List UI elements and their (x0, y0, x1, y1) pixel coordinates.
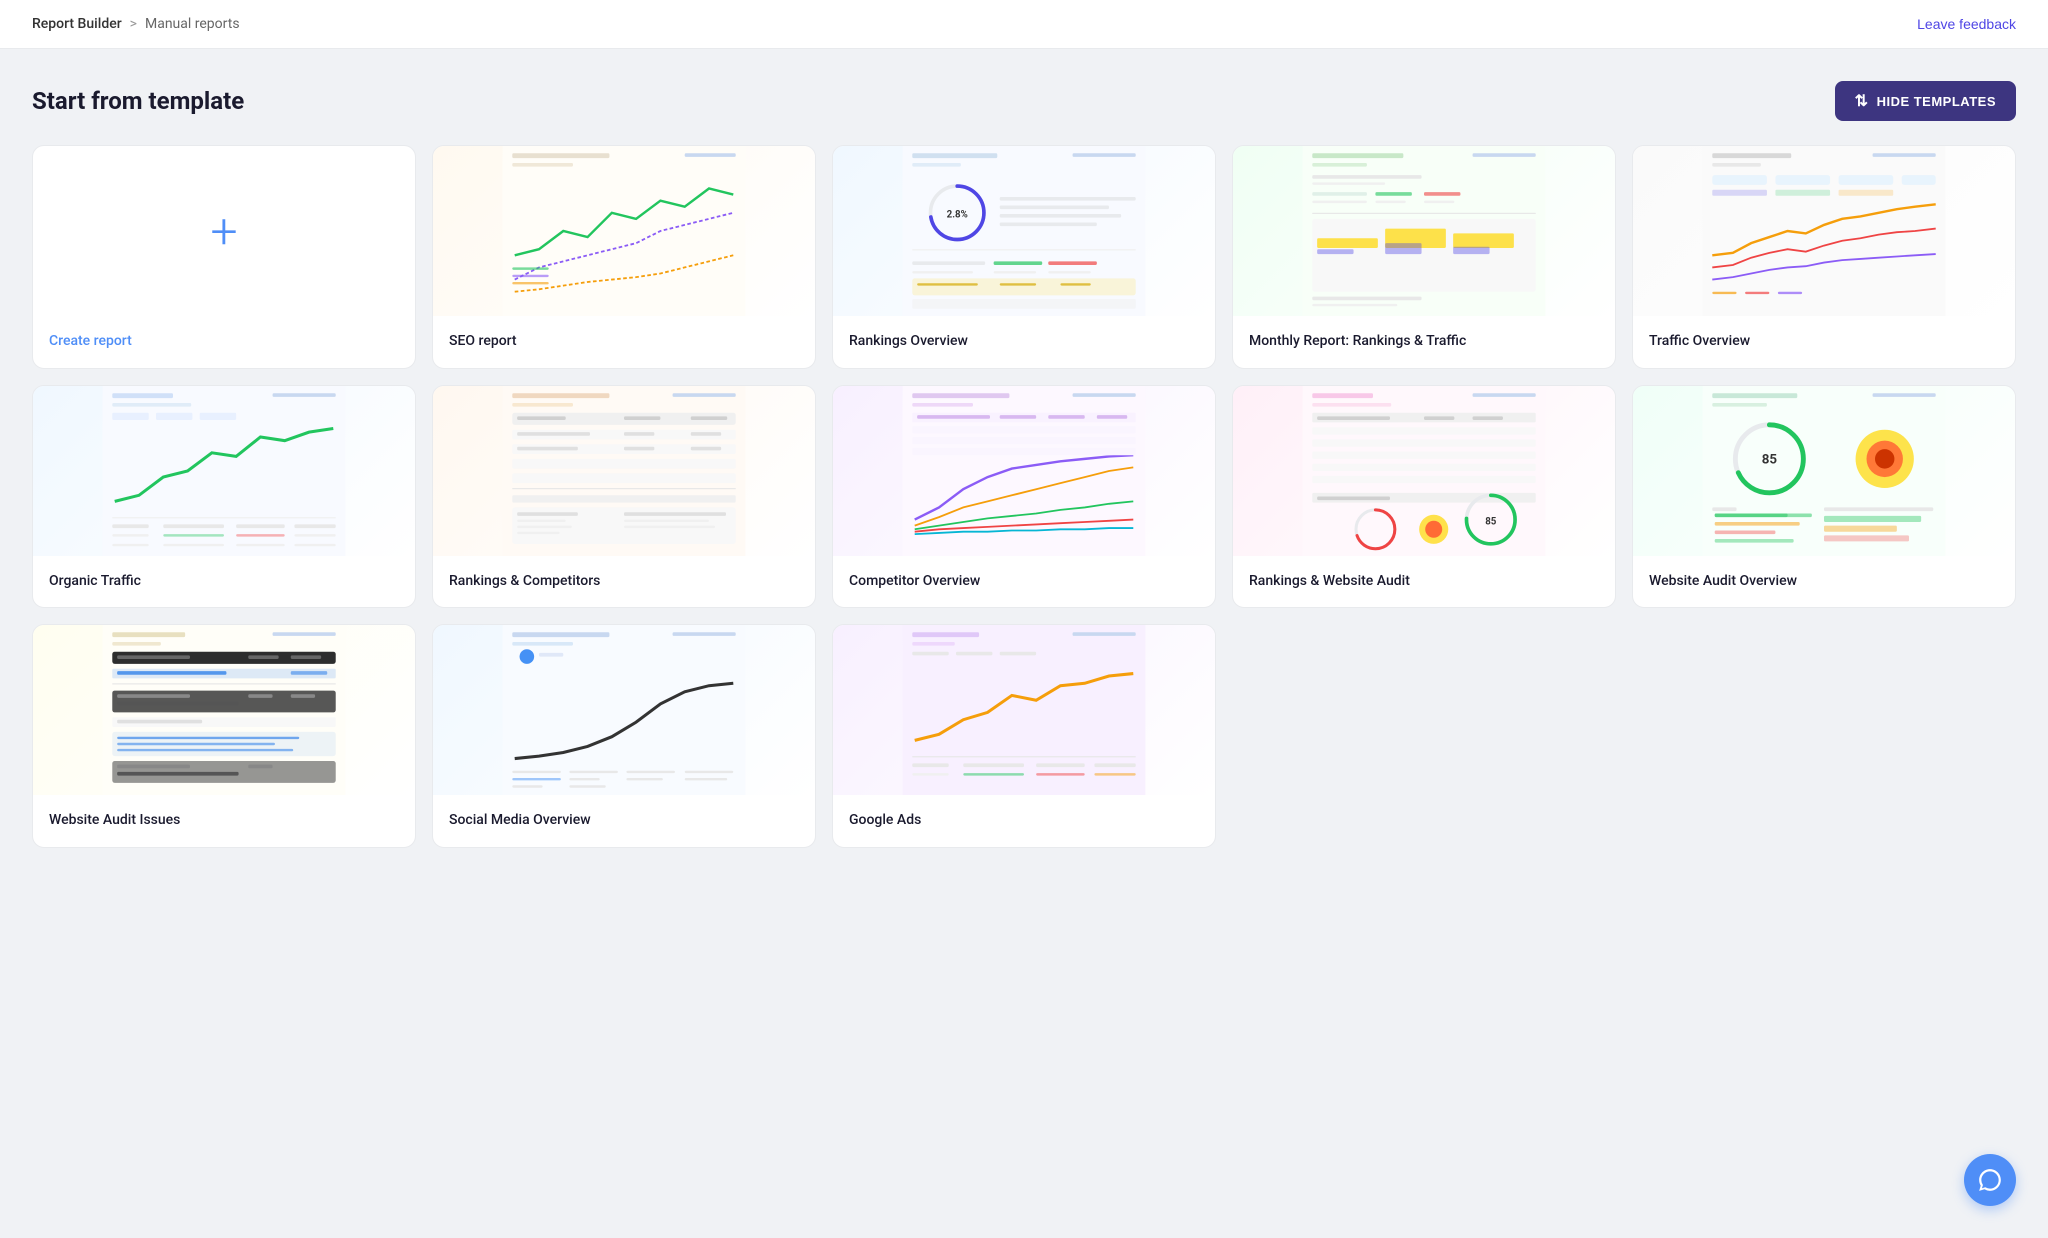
template-name-seo-report: SEO report (449, 333, 517, 349)
template-name-monthly-report: Monthly Report: Rankings & Traffic (1249, 333, 1466, 349)
hide-templates-button[interactable]: ⇅ HIDE TEMPLATES (1835, 81, 2016, 121)
chat-icon (1977, 1167, 2003, 1193)
template-name-rankings-website-audit: Rankings & Website Audit (1249, 573, 1410, 589)
template-name-rankings-overview: Rankings Overview (849, 333, 968, 349)
template-preview-rankings-overview: 2.8% (833, 146, 1215, 316)
template-card-website-audit-overview[interactable]: 85 Website Audit Overview (1632, 385, 2016, 609)
template-preview-google-ads (833, 625, 1215, 795)
create-report-label: Create report (49, 333, 132, 349)
template-preview-competitor-overview (833, 386, 1215, 556)
template-info-website-audit-overview: Website Audit Overview (1633, 556, 2015, 608)
template-card-rankings-website-audit[interactable]: 85 Rankings & Website Audit (1232, 385, 1616, 609)
template-info-google-ads: Google Ads (833, 795, 1215, 847)
template-card-rankings-overview[interactable]: 2.8% Rankings Overview (832, 145, 1216, 369)
breadcrumb-home[interactable]: Report Builder (32, 16, 122, 32)
template-preview-website-audit-overview: 85 (1633, 386, 2015, 556)
breadcrumb-separator: > (130, 16, 137, 32)
templates-grid: + Create report SEO report (32, 145, 2016, 848)
template-card-seo-report[interactable]: SEO report (432, 145, 816, 369)
template-preview-rankings-website-audit: 85 (1233, 386, 1615, 556)
leave-feedback-button[interactable]: Leave feedback (1917, 16, 2016, 32)
template-name-competitor-overview: Competitor Overview (849, 573, 980, 589)
template-info-rankings-website-audit: Rankings & Website Audit (1233, 556, 1615, 608)
template-info-website-audit-issues: Website Audit Issues (33, 795, 415, 847)
template-info-social-media-overview: Social Media Overview (433, 795, 815, 847)
svg-text:85: 85 (1762, 452, 1778, 467)
template-card-monthly-report[interactable]: Monthly Report: Rankings & Traffic (1232, 145, 1616, 369)
section-title: Start from template (32, 87, 244, 115)
top-navigation: Report Builder > Manual reports Leave fe… (0, 0, 2048, 49)
template-info-organic-traffic: Organic Traffic (33, 556, 415, 608)
template-name-organic-traffic: Organic Traffic (49, 573, 141, 589)
template-card-google-ads[interactable]: Google Ads (832, 624, 1216, 848)
template-name-google-ads: Google Ads (849, 812, 921, 828)
template-card-website-audit-issues[interactable]: Website Audit Issues (32, 624, 416, 848)
template-name-rankings-competitors: Rankings & Competitors (449, 573, 600, 589)
template-preview-website-audit-issues (33, 625, 415, 795)
template-preview-seo-report (433, 146, 815, 316)
breadcrumb-current: Manual reports (145, 16, 240, 32)
template-preview-rankings-competitors (433, 386, 815, 556)
breadcrumb: Report Builder > Manual reports (32, 16, 240, 32)
template-info-traffic-overview: Traffic Overview (1633, 316, 2015, 368)
template-info-rankings-overview: Rankings Overview (833, 316, 1215, 368)
template-preview-monthly-report (1233, 146, 1615, 316)
create-report-preview: + (33, 146, 415, 316)
template-preview-organic-traffic (33, 386, 415, 556)
template-name-website-audit-issues: Website Audit Issues (49, 812, 180, 828)
create-report-info: Create report (33, 316, 415, 365)
template-info-monthly-report: Monthly Report: Rankings & Traffic (1233, 316, 1615, 368)
plus-icon: + (210, 203, 237, 260)
template-name-website-audit-overview: Website Audit Overview (1649, 573, 1797, 589)
template-preview-traffic-overview (1633, 146, 2015, 316)
template-name-traffic-overview: Traffic Overview (1649, 333, 1750, 349)
main-content: Start from template ⇅ HIDE TEMPLATES + C… (0, 49, 2048, 888)
template-card-competitor-overview[interactable]: Competitor Overview (832, 385, 1216, 609)
svg-text:85: 85 (1485, 516, 1497, 527)
svg-text:2.8%: 2.8% (947, 210, 968, 221)
template-card-traffic-overview[interactable]: Traffic Overview (1632, 145, 2016, 369)
arrows-icon: ⇅ (1855, 91, 1869, 111)
template-info-rankings-competitors: Rankings & Competitors (433, 556, 815, 608)
template-info-competitor-overview: Competitor Overview (833, 556, 1215, 608)
template-preview-social-media-overview (433, 625, 815, 795)
template-card-social-media-overview[interactable]: Social Media Overview (432, 624, 816, 848)
template-card-organic-traffic[interactable]: Organic Traffic (32, 385, 416, 609)
section-header: Start from template ⇅ HIDE TEMPLATES (32, 81, 2016, 121)
template-card-rankings-competitors[interactable]: Rankings & Competitors (432, 385, 816, 609)
template-info-seo-report: SEO report (433, 316, 815, 368)
chat-bubble-button[interactable] (1964, 1154, 2016, 1206)
template-name-social-media-overview: Social Media Overview (449, 812, 591, 828)
create-report-card[interactable]: + Create report (32, 145, 416, 369)
hide-templates-label: HIDE TEMPLATES (1877, 94, 1996, 109)
